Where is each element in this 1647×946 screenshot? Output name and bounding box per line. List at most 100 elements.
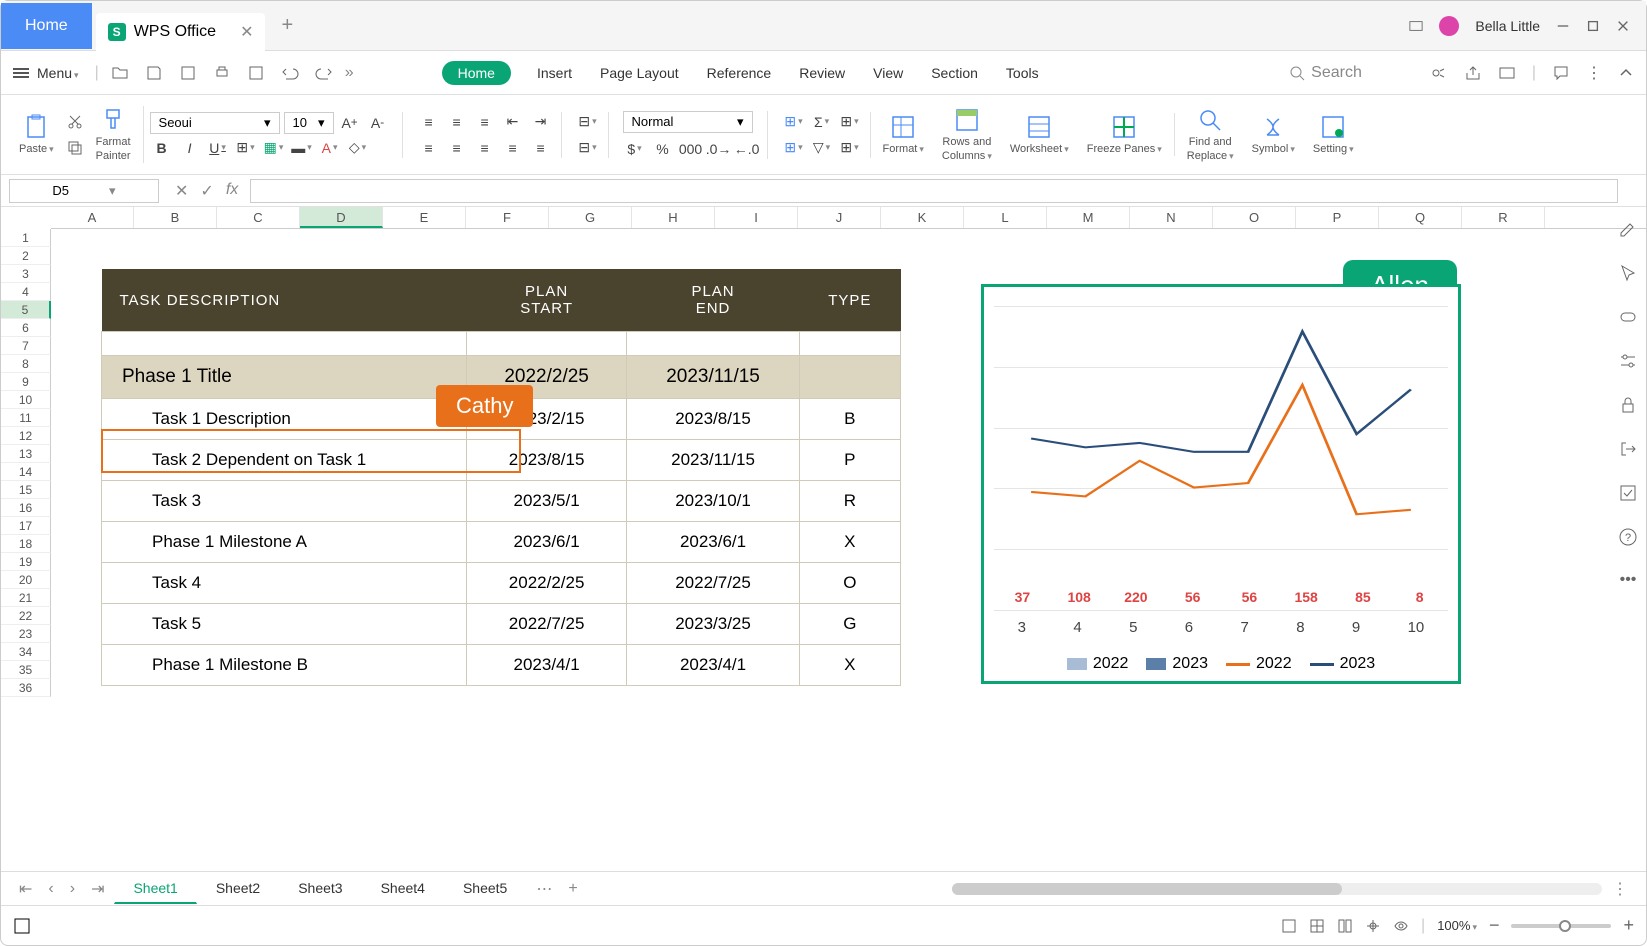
percent-icon[interactable]: %: [651, 139, 675, 159]
search-box[interactable]: Search: [1289, 64, 1362, 82]
table-row[interactable]: Phase 1 Milestone A2023/6/12023/6/1X: [102, 522, 901, 563]
col-header[interactable]: K: [881, 207, 964, 228]
collapse-ribbon-icon[interactable]: [1618, 65, 1634, 81]
rows-cols-icon[interactable]: [953, 106, 981, 134]
col-header[interactable]: D: [300, 207, 383, 228]
sheet-list-icon[interactable]: ⋯: [530, 879, 558, 899]
table-row[interactable]: Task 2 Dependent on Task 12023/8/152023/…: [102, 440, 901, 481]
row-header[interactable]: 23: [1, 625, 51, 643]
number-format-select[interactable]: Normal▾: [623, 111, 753, 133]
align-top-icon[interactable]: ≡: [417, 112, 441, 132]
home-window-tab[interactable]: Home: [1, 3, 92, 49]
row-header[interactable]: 16: [1, 499, 51, 517]
increase-indent-icon[interactable]: ⇥: [529, 112, 553, 132]
view-grid-icon[interactable]: [1309, 918, 1325, 934]
border-button[interactable]: ⊞: [234, 138, 258, 158]
view-reading-icon[interactable]: [1365, 918, 1381, 934]
find-button[interactable]: Find and Replace: [1187, 136, 1234, 162]
col-header[interactable]: H: [632, 207, 715, 228]
sheet-content[interactable]: TASK DESCRIPTION PLAN START PLAN END TYP…: [51, 229, 1646, 787]
tablet-mode-icon[interactable]: [1409, 19, 1423, 33]
align-left-icon[interactable]: ≡: [417, 138, 441, 158]
cancel-formula-icon[interactable]: ✕: [175, 181, 188, 201]
shape-icon[interactable]: [1618, 307, 1638, 327]
bold-button[interactable]: B: [150, 138, 174, 158]
eye-icon[interactable]: [1393, 918, 1409, 934]
symbol-button[interactable]: Symbol: [1252, 143, 1295, 156]
col-header[interactable]: C: [217, 207, 300, 228]
format-icon[interactable]: [889, 113, 917, 141]
row-header[interactable]: 36: [1, 679, 51, 697]
menu-button[interactable]: Menu: [37, 65, 79, 81]
format-painter-button[interactable]: Farmat Painter: [96, 136, 131, 162]
close-tab-icon[interactable]: ✕: [240, 22, 253, 42]
cell-reference-box[interactable]: D5▾: [9, 179, 159, 203]
align-center-icon[interactable]: ≡: [445, 138, 469, 158]
row-header[interactable]: 12: [1, 427, 51, 445]
help-icon[interactable]: ?: [1618, 527, 1638, 547]
select-icon[interactable]: [1618, 263, 1638, 283]
copy-icon[interactable]: [66, 139, 84, 157]
logout-icon[interactable]: [1618, 439, 1638, 459]
table-row[interactable]: Task 42022/2/252022/7/25O: [102, 563, 901, 604]
sheet-tab[interactable]: Sheet5: [444, 873, 526, 904]
format-painter-icon[interactable]: [99, 106, 127, 134]
scroll-options-icon[interactable]: ⋮: [1606, 879, 1634, 899]
table-row[interactable]: Task 52022/7/252023/3/25G: [102, 604, 901, 645]
qat-more-icon[interactable]: »: [345, 64, 354, 82]
formula-input[interactable]: [250, 179, 1618, 203]
freeze-panes-icon[interactable]: [1110, 113, 1138, 141]
table-row[interactable]: Phase 1 Milestone B2023/4/12023/4/1X: [102, 645, 901, 686]
row-header[interactable]: 8: [1, 355, 51, 373]
row-header[interactable]: 17: [1, 517, 51, 535]
col-header[interactable]: I: [715, 207, 798, 228]
export-share-icon[interactable]: [1464, 64, 1482, 82]
col-header[interactable]: G: [549, 207, 632, 228]
clipboard-icon[interactable]: [22, 113, 50, 141]
sheet-tab[interactable]: Sheet3: [279, 873, 361, 904]
comment-icon[interactable]: [1552, 64, 1570, 82]
decrease-indent-icon[interactable]: ⇤: [501, 112, 525, 132]
currency-icon[interactable]: $: [623, 139, 647, 159]
open-icon[interactable]: [111, 64, 129, 82]
row-header[interactable]: 18: [1, 535, 51, 553]
distribute-icon[interactable]: ≡: [529, 138, 553, 158]
freeze-panes-button[interactable]: Freeze Panes: [1087, 143, 1162, 156]
ribbon-tab-section[interactable]: Section: [929, 61, 980, 85]
zoom-out-icon[interactable]: −: [1489, 915, 1500, 936]
col-header[interactable]: A: [51, 207, 134, 228]
col-header[interactable]: M: [1047, 207, 1130, 228]
decrease-font-icon[interactable]: A-: [366, 113, 390, 133]
zoom-in-icon[interactable]: +: [1623, 915, 1634, 936]
row-header[interactable]: 1: [1, 229, 51, 247]
view-pagebreak-icon[interactable]: [1337, 918, 1353, 934]
maximize-icon[interactable]: [1586, 19, 1600, 33]
row-header[interactable]: 13: [1, 445, 51, 463]
align-bottom-icon[interactable]: ≡: [473, 112, 497, 132]
cond-format-icon[interactable]: ⊞: [782, 112, 806, 132]
row-header[interactable]: 3: [1, 265, 51, 283]
underline-button[interactable]: U: [206, 138, 230, 158]
more-sidebar-icon[interactable]: •••: [1620, 571, 1637, 589]
document-tab[interactable]: S WPS Office ✕: [96, 13, 266, 51]
hamburger-icon[interactable]: [13, 68, 29, 78]
fill-color-button[interactable]: ▬: [290, 138, 314, 158]
merge-cells-icon[interactable]: ⊟: [576, 112, 600, 132]
ribbon-tab-insert[interactable]: Insert: [535, 61, 574, 85]
row-header[interactable]: 19: [1, 553, 51, 571]
share-icon[interactable]: [1430, 64, 1448, 82]
zoom-slider[interactable]: [1511, 924, 1611, 928]
ribbon-tab-page-layout[interactable]: Page Layout: [598, 61, 681, 85]
italic-button[interactable]: I: [178, 138, 202, 158]
row-header[interactable]: 9: [1, 373, 51, 391]
table-row[interactable]: Task 32023/5/12023/10/1R: [102, 481, 901, 522]
inbox-icon[interactable]: [1498, 64, 1516, 82]
comma-icon[interactable]: 000: [679, 139, 703, 159]
ribbon-tab-review[interactable]: Review: [797, 61, 847, 85]
row-header[interactable]: 4: [1, 283, 51, 301]
minimize-icon[interactable]: [1556, 19, 1570, 33]
ribbon-tab-reference[interactable]: Reference: [705, 61, 774, 85]
autosum-icon[interactable]: Σ: [810, 112, 834, 132]
sheet-nav-first-icon[interactable]: ⇤: [13, 879, 38, 899]
spreadsheet-grid[interactable]: ABCDEFGHIJKLMNOPQR 123456789101112131415…: [1, 207, 1646, 787]
